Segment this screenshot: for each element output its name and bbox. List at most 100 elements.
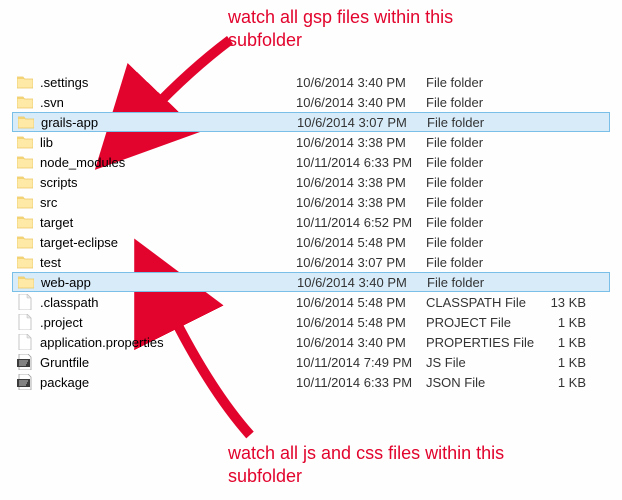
file-type-label: File folder [426,75,536,90]
file-date-label: 10/6/2014 3:40 PM [296,335,426,350]
file-icon [16,313,34,331]
file-type-label: CLASSPATH File [426,295,536,310]
file-row[interactable]: .classpath10/6/2014 5:48 PMCLASSPATH Fil… [12,292,610,312]
file-name-cell[interactable]: Gruntfile [16,353,296,371]
file-row[interactable]: package 10/11/2014 6:33 PMJSON File1 KB [12,372,610,392]
file-row[interactable]: lib 10/6/2014 3:38 PMFile folder [12,132,610,152]
file-name-cell[interactable]: .classpath [16,293,296,311]
file-date-label: 10/6/2014 5:48 PM [296,295,426,310]
file-row[interactable]: src 10/6/2014 3:38 PMFile folder [12,192,610,212]
file-date-label: 10/6/2014 3:38 PM [296,135,426,150]
file-date-label: 10/11/2014 7:49 PM [296,355,426,370]
file-row[interactable]: application.properties 10/6/2014 3:40 PMP… [12,332,610,352]
file-name-label: web-app [41,275,91,290]
file-type-label: File folder [426,255,536,270]
file-type-label: File folder [426,135,536,150]
file-row[interactable]: .svn 10/6/2014 3:40 PMFile folder [12,92,610,112]
file-type-label: File folder [427,115,537,130]
file-date-label: 10/6/2014 3:40 PM [296,75,426,90]
file-type-label: File folder [427,275,537,290]
file-name-label: scripts [40,175,78,190]
file-name-cell[interactable]: .svn [16,93,296,111]
file-icon [16,293,34,311]
file-name-label: .settings [40,75,88,90]
file-name-label: target-eclipse [40,235,118,250]
file-name-cell[interactable]: grails-app [17,113,297,131]
folder-icon [16,193,34,211]
file-type-label: JSON File [426,375,536,390]
file-type-label: File folder [426,95,536,110]
file-name-label: package [40,375,89,390]
js-icon [16,353,34,371]
file-name-cell[interactable]: test [16,253,296,271]
file-name-cell[interactable]: node_modules [16,153,296,171]
annotation-bottom: watch all js and css files within this s… [228,442,548,487]
folder-icon [17,273,35,291]
file-type-label: File folder [426,215,536,230]
file-type-label: PROPERTIES File [426,335,536,350]
file-date-label: 10/6/2014 3:38 PM [296,195,426,210]
file-type-label: File folder [426,195,536,210]
file-date-label: 10/6/2014 3:07 PM [297,115,427,130]
folder-icon [16,93,34,111]
file-row[interactable]: .project 10/6/2014 5:48 PMPROJECT File1 K… [12,312,610,332]
file-type-label: File folder [426,155,536,170]
file-date-label: 10/6/2014 3:38 PM [296,175,426,190]
file-name-cell[interactable]: target [16,213,296,231]
file-name-cell[interactable]: target-eclipse [16,233,296,251]
file-name-cell[interactable]: package [16,373,296,391]
file-size-label: 1 KB [536,375,586,390]
file-row[interactable]: target10/11/2014 6:52 PMFile folder [12,212,610,232]
file-name-cell[interactable]: lib [16,133,296,151]
folder-icon [16,73,34,91]
file-name-cell[interactable]: web-app [17,273,297,291]
file-name-label: application.properties [40,335,164,350]
file-date-label: 10/6/2014 3:40 PM [296,95,426,110]
file-size-label: 13 KB [536,295,586,310]
folder-icon [16,233,34,251]
file-date-label: 10/11/2014 6:33 PM [296,375,426,390]
file-name-label: .svn [40,95,64,110]
file-date-label: 10/11/2014 6:33 PM [296,155,426,170]
file-name-label: Gruntfile [40,355,89,370]
file-name-label: node_modules [40,155,125,170]
file-list: .settings10/6/2014 3:40 PMFile folder .s… [12,72,610,392]
file-name-cell[interactable]: .settings [16,73,296,91]
file-date-label: 10/6/2014 5:48 PM [296,315,426,330]
file-name-label: lib [40,135,53,150]
file-name-cell[interactable]: application.properties [16,333,296,351]
file-size-label: 1 KB [536,315,586,330]
file-size-label: 1 KB [536,335,586,350]
folder-icon [17,113,35,131]
file-row[interactable]: .settings 10/6/2014 3:40 PMFile folder [12,72,610,92]
file-row[interactable]: scripts 10/6/2014 3:38 PMFile folder [12,172,610,192]
file-name-label: grails-app [41,115,98,130]
file-type-label: PROJECT File [426,315,536,330]
file-row[interactable]: node_modules 10/11/2014 6:33 PMFile folde… [12,152,610,172]
folder-icon [16,173,34,191]
file-row[interactable]: target-eclipse 10/6/2014 5:48 PMFile fold… [12,232,610,252]
file-row[interactable]: grails-app 10/6/2014 3:07 PMFile folder [12,112,610,132]
file-type-label: File folder [426,235,536,250]
file-name-cell[interactable]: src [16,193,296,211]
file-date-label: 10/6/2014 5:48 PM [296,235,426,250]
folder-icon [16,253,34,271]
file-row[interactable]: Gruntfile 10/11/2014 7:49 PMJS File1 KB [12,352,610,372]
file-name-label: .project [40,315,83,330]
folder-icon [16,133,34,151]
file-row[interactable]: web-app 10/6/2014 3:40 PMFile folder [12,272,610,292]
js-icon [16,373,34,391]
file-name-label: test [40,255,61,270]
file-type-label: JS File [426,355,536,370]
folder-icon [16,153,34,171]
file-size-label: 1 KB [536,355,586,370]
file-name-label: target [40,215,73,230]
file-row[interactable]: test 10/6/2014 3:07 PMFile folder [12,252,610,272]
file-name-cell[interactable]: .project [16,313,296,331]
folder-icon [16,213,34,231]
file-name-label: src [40,195,57,210]
file-name-cell[interactable]: scripts [16,173,296,191]
file-type-label: File folder [426,175,536,190]
file-date-label: 10/6/2014 3:07 PM [296,255,426,270]
file-date-label: 10/6/2014 3:40 PM [297,275,427,290]
